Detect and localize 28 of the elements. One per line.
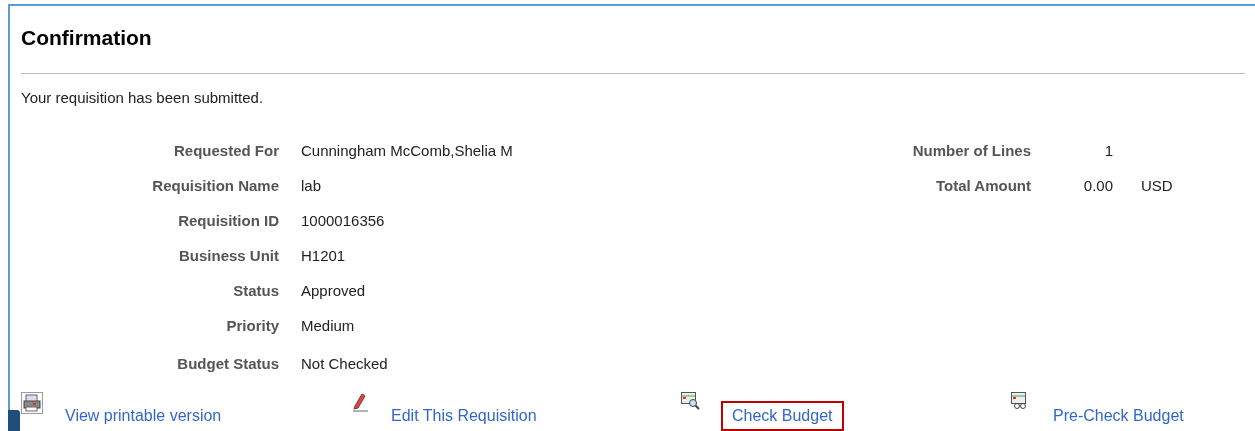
field-label: Requisition Name xyxy=(151,175,279,196)
field-value: H1201 xyxy=(301,245,346,266)
printer-icon xyxy=(21,391,43,414)
action-link[interactable]: Edit This Requisition xyxy=(391,400,537,431)
field-label: Requisition ID xyxy=(177,210,279,231)
field-value: Medium xyxy=(301,315,355,336)
spreadsheet-magnifier-icon xyxy=(681,391,701,410)
currency-code: USD xyxy=(1141,175,1173,196)
summary-label: Total Amount xyxy=(935,175,1031,196)
confirmation-message: Your requisition has been submitted. xyxy=(21,88,265,108)
field-label: Business Unit xyxy=(177,245,279,266)
summary-label: Number of Lines xyxy=(911,140,1031,161)
action-link[interactable]: View printable version xyxy=(65,400,222,431)
field-value: Not Checked xyxy=(301,354,388,375)
field-label: Budget Status xyxy=(176,354,279,375)
field-label: Status xyxy=(232,280,279,301)
field-value: 1000016356 xyxy=(301,210,385,231)
page-title: Confirmation xyxy=(21,25,153,51)
action-link[interactable]: Check Budget xyxy=(721,400,844,431)
summary-value: 1 xyxy=(1103,140,1113,161)
field-value: Approved xyxy=(301,280,366,301)
field-label: Requested For xyxy=(173,140,279,161)
action-link[interactable]: Pre-Check Budget xyxy=(1053,400,1184,431)
summary-value: 0.00 xyxy=(1082,175,1113,196)
pencil-icon xyxy=(351,391,369,412)
field-label: Priority xyxy=(225,315,279,336)
field-value: lab xyxy=(301,175,322,196)
field-value: Cunningham McComb,Shelia M xyxy=(301,140,513,161)
